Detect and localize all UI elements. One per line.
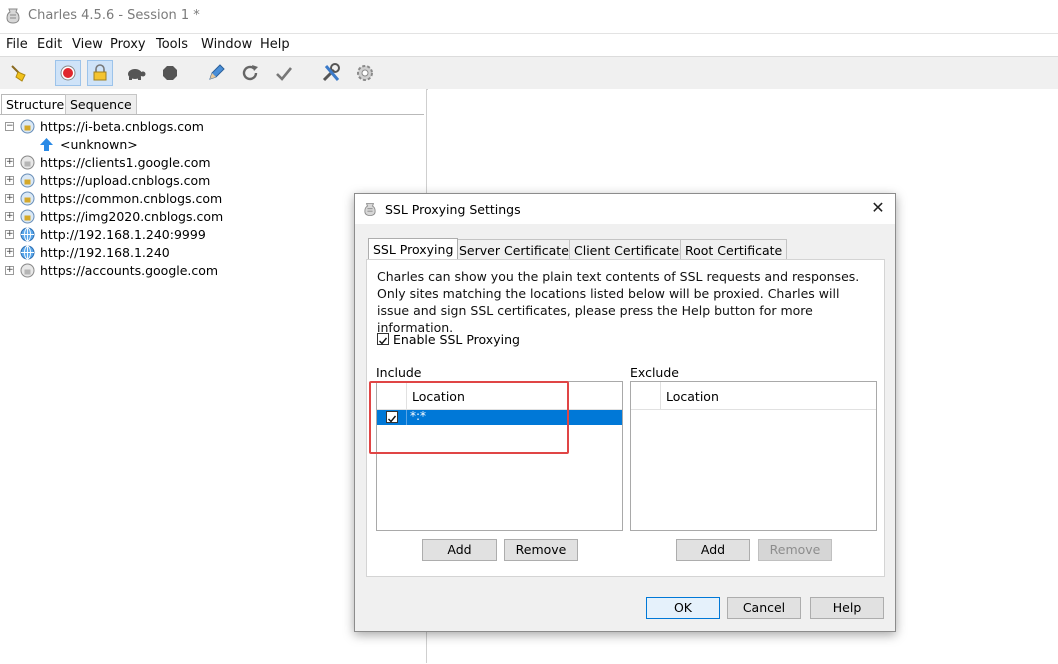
tree-label: http://192.168.1.240:9999 <box>40 227 206 242</box>
expand-icon[interactable]: + <box>5 230 14 239</box>
charles-vase-icon <box>364 203 376 216</box>
tab-client-certificates[interactable]: Client Certificates <box>569 239 691 259</box>
tree-label: https://clients1.google.com <box>40 155 211 170</box>
cancel-button[interactable]: Cancel <box>727 597 801 619</box>
secure-host-icon <box>20 155 35 170</box>
check-icon[interactable] <box>271 60 297 86</box>
toolbar <box>0 56 1058 90</box>
pen-icon[interactable] <box>203 60 229 86</box>
exclude-label: Exclude <box>630 365 679 380</box>
tree-row[interactable]: + https://clients1.google.com <box>0 154 420 172</box>
tree-label: https://accounts.google.com <box>40 263 219 278</box>
dialog-title-bar: SSL Proxying Settings ✕ <box>355 194 895 224</box>
menu-tools[interactable]: Tools <box>156 37 188 52</box>
gear-icon[interactable] <box>352 60 378 86</box>
tree-row[interactable]: + https://upload.cnblogs.com <box>0 172 420 190</box>
tab-root-certificate[interactable]: Root Certificate <box>680 239 788 259</box>
menu-file[interactable]: File <box>6 37 28 52</box>
expand-icon[interactable]: + <box>5 266 14 275</box>
menu-view[interactable]: View <box>72 37 103 52</box>
exclude-add-button[interactable]: Add <box>676 539 750 561</box>
broom-icon[interactable] <box>6 60 32 86</box>
include-add-button[interactable]: Add <box>422 539 497 561</box>
tree-row[interactable]: <unknown> <box>0 136 420 154</box>
ok-button[interactable]: OK <box>646 597 720 619</box>
window-title: Charles 4.5.6 - Session 1 * <box>28 8 200 23</box>
menu-help[interactable]: Help <box>260 37 290 52</box>
title-bar: Charles 4.5.6 - Session 1 * <box>0 0 1058 32</box>
dialog-title: SSL Proxying Settings <box>385 202 521 217</box>
column-divider <box>660 382 661 409</box>
expand-icon[interactable]: + <box>5 248 14 257</box>
ssl-lock-icon[interactable] <box>87 60 113 86</box>
menu-window[interactable]: Window <box>201 37 252 52</box>
stop-icon[interactable] <box>157 60 183 86</box>
expand-icon[interactable]: + <box>5 212 14 221</box>
globe-icon <box>20 227 35 242</box>
charles-vase-icon <box>6 8 20 24</box>
tab-server-certificates[interactable]: Server Certificates <box>454 239 581 259</box>
menu-bar: File Edit View Proxy Tools Window Help <box>0 33 1058 56</box>
checkmark-icon <box>379 337 388 345</box>
expand-icon[interactable]: + <box>5 176 14 185</box>
tools-icon[interactable] <box>318 60 344 86</box>
up-arrow-icon <box>40 138 53 151</box>
tab-sequence[interactable]: Sequence <box>65 94 137 114</box>
expand-icon[interactable]: + <box>5 194 14 203</box>
tree-label: https://img2020.cnblogs.com <box>40 209 224 224</box>
tree-label: https://i-beta.cnblogs.com <box>40 119 204 134</box>
collapse-icon[interactable]: − <box>5 122 14 131</box>
tree-label: https://common.cnblogs.com <box>40 191 223 206</box>
tree-label: https://upload.cnblogs.com <box>40 173 211 188</box>
tree-label: <unknown> <box>60 137 138 152</box>
secure-host-icon <box>20 119 35 134</box>
enable-ssl-checkbox[interactable] <box>377 333 389 345</box>
tab-ssl-proxying[interactable]: SSL Proxying <box>368 238 459 259</box>
refresh-icon[interactable] <box>237 60 263 86</box>
include-remove-button[interactable]: Remove <box>504 539 578 561</box>
secure-host-icon <box>20 191 35 206</box>
enable-ssl-label: Enable SSL Proxying <box>393 332 520 347</box>
menu-proxy[interactable]: Proxy <box>110 37 146 52</box>
tab-structure[interactable]: Structure <box>1 94 70 114</box>
description-text: Charles can show you the plain text cont… <box>377 269 860 335</box>
secure-host-icon <box>20 173 35 188</box>
globe-icon <box>20 245 35 260</box>
secure-host-icon <box>20 209 35 224</box>
close-icon[interactable]: ✕ <box>869 199 887 217</box>
tree-row[interactable]: − https://i-beta.cnblogs.com <box>0 118 420 136</box>
turtle-icon[interactable] <box>123 60 149 86</box>
secure-host-icon <box>20 263 35 278</box>
include-label: Include <box>376 365 422 380</box>
tree-label: http://192.168.1.240 <box>40 245 170 260</box>
exclude-remove-button[interactable]: Remove <box>758 539 832 561</box>
exclude-table-header: Location <box>631 382 876 410</box>
help-button[interactable]: Help <box>810 597 884 619</box>
exclude-location-header[interactable]: Location <box>666 389 719 404</box>
exclude-table: Location <box>630 381 877 531</box>
menu-edit[interactable]: Edit <box>37 37 62 52</box>
expand-icon[interactable]: + <box>5 158 14 167</box>
highlight-box <box>369 381 569 454</box>
record-icon[interactable] <box>55 60 81 86</box>
